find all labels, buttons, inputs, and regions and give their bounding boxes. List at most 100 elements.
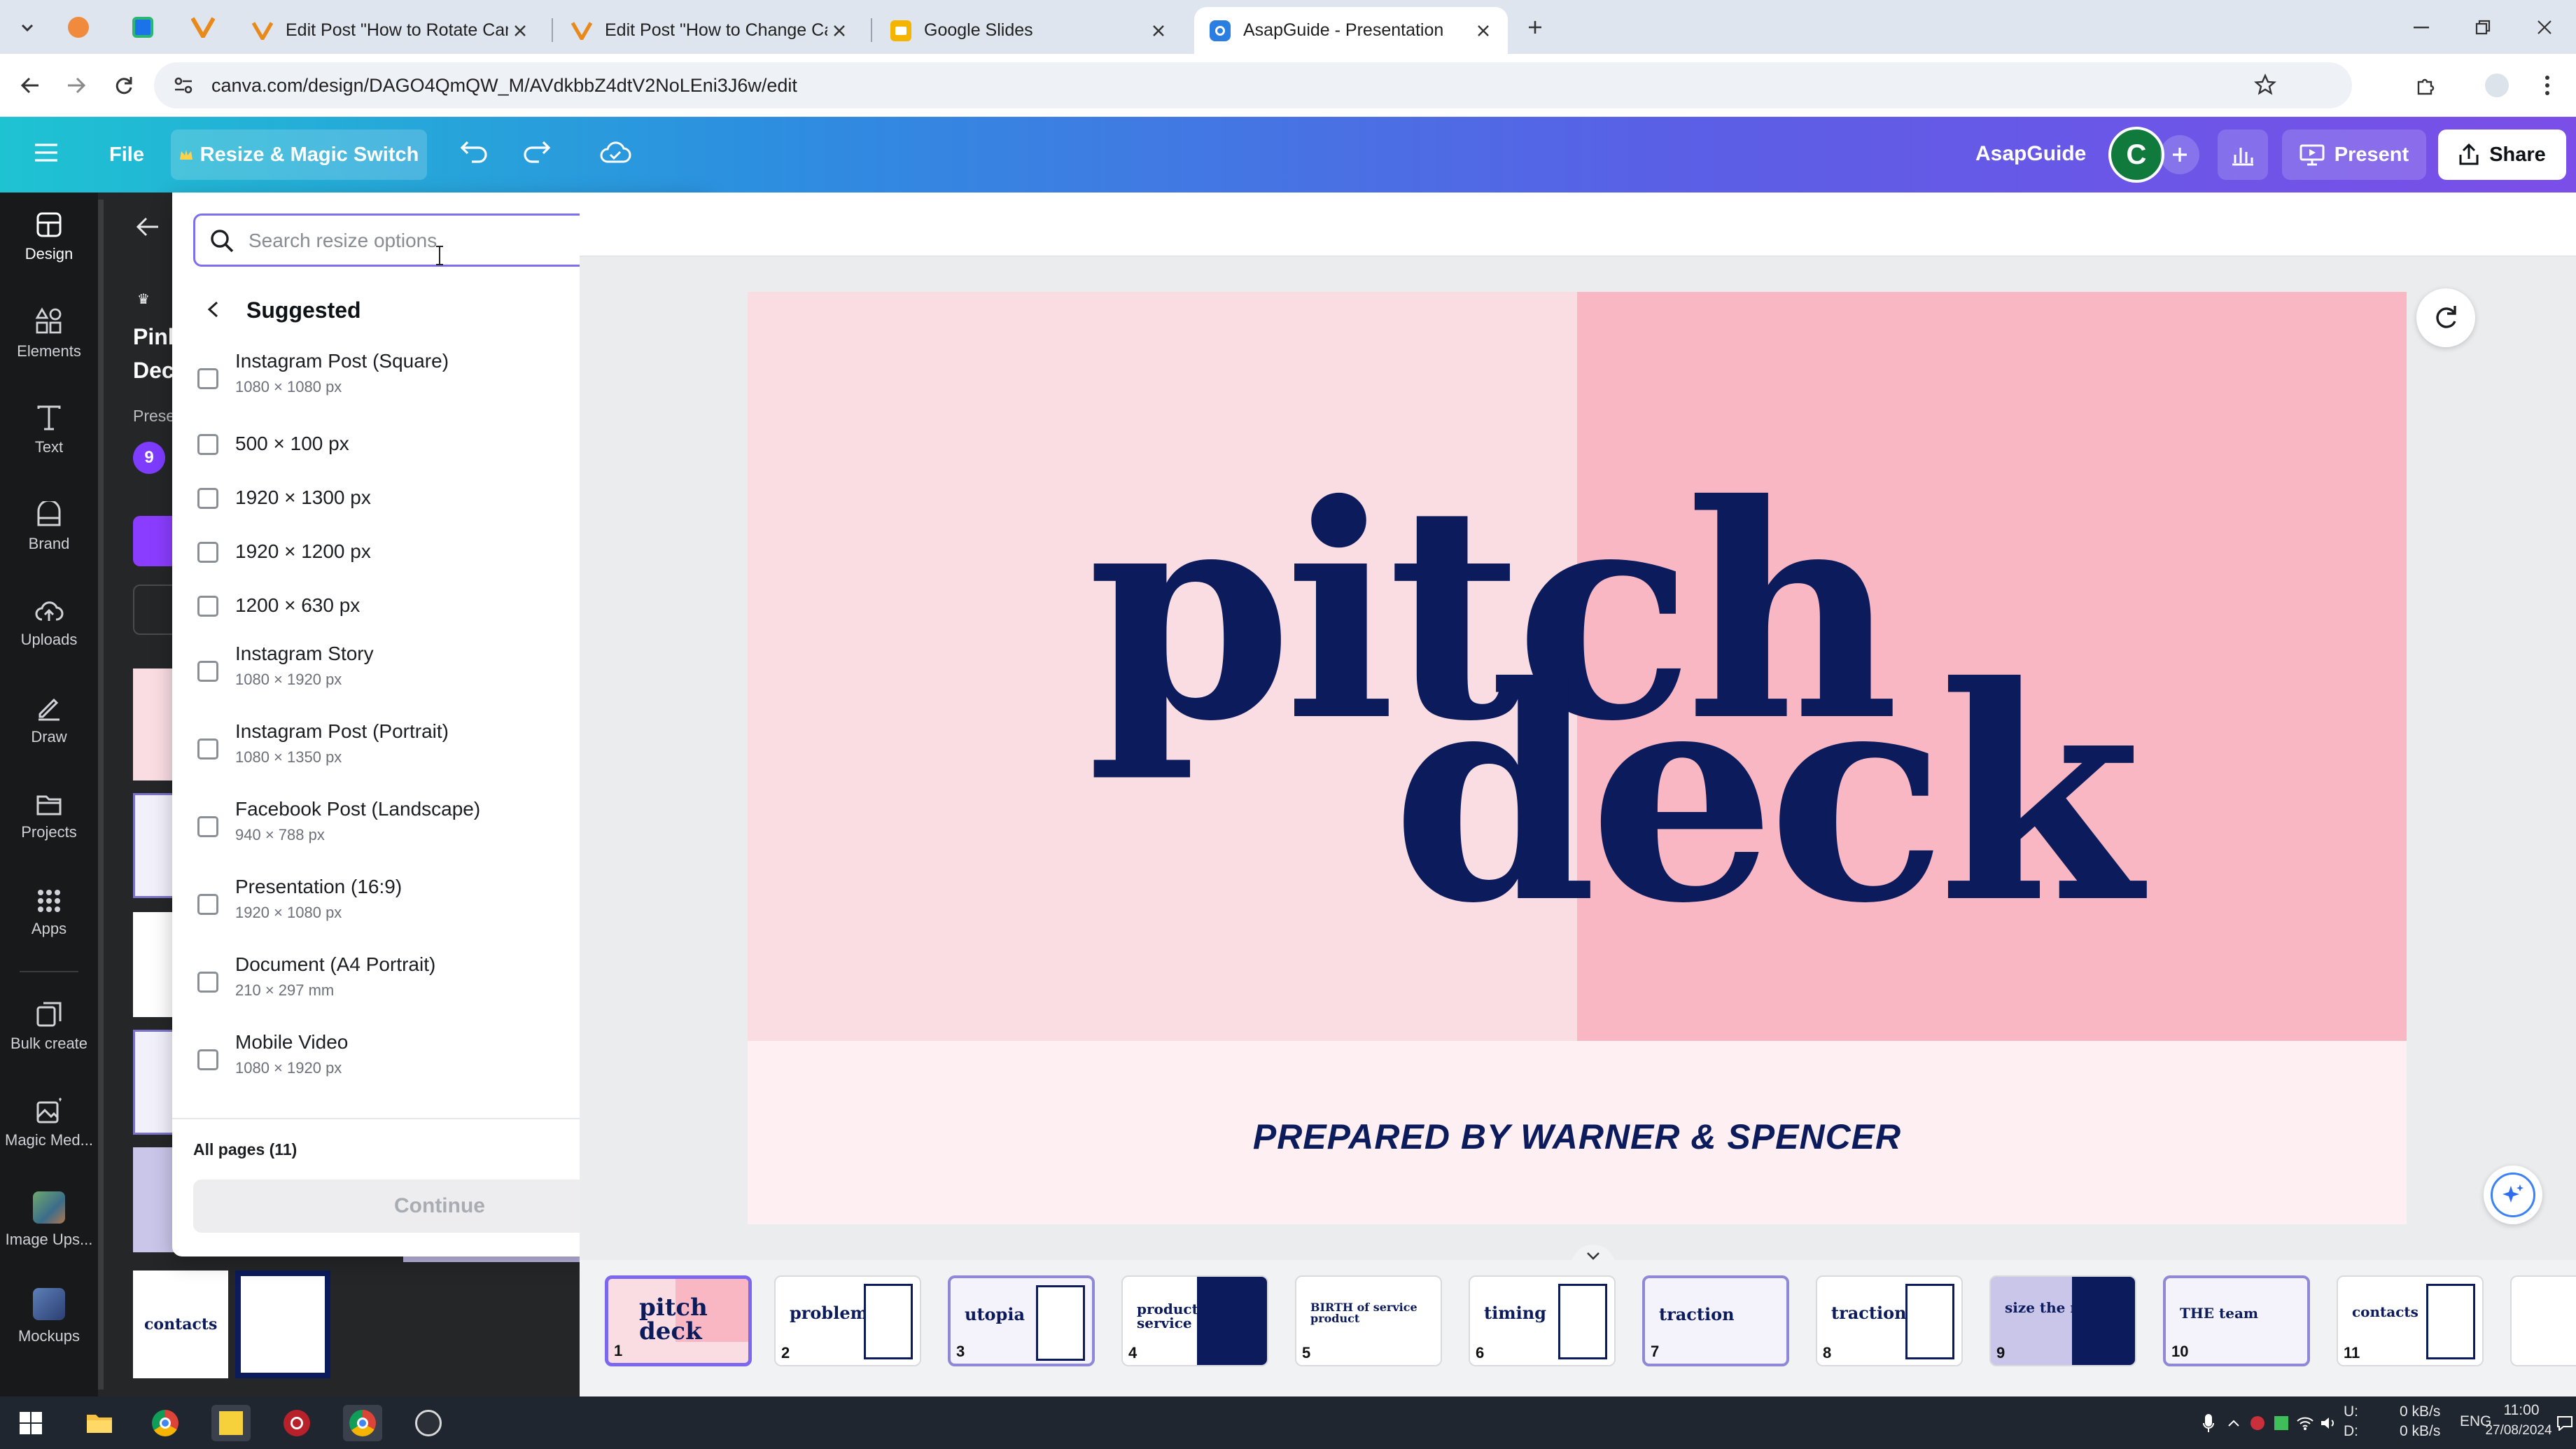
- chrome-active-icon[interactable]: [343, 1405, 382, 1441]
- chrome-icon[interactable]: [146, 1405, 185, 1441]
- windows-start-icon[interactable]: [11, 1405, 50, 1441]
- resize-option-instagram-post-square[interactable]: Instagram Post (Square) 1080 × 1080 px: [197, 350, 645, 420]
- template-thumb-contacts-panel[interactable]: [235, 1270, 330, 1378]
- rail-item-mockups[interactable]: Mockups: [0, 1272, 98, 1362]
- volume-icon[interactable]: [2318, 1405, 2339, 1441]
- resize-option-facebook-post-landscape[interactable]: Facebook Post (Landscape) 940 × 788 px: [197, 798, 645, 868]
- resize-option-instagram-story[interactable]: Instagram Story 1080 × 1920 px: [197, 643, 645, 713]
- rail-item-apps[interactable]: Apps: [0, 869, 98, 958]
- team-name[interactable]: AsapGuide: [1975, 142, 2086, 166]
- page-thumb-8[interactable]: traction 8: [1816, 1275, 1963, 1366]
- close-icon[interactable]: [508, 19, 532, 43]
- page-thumb-9[interactable]: size the market 9: [1989, 1275, 2136, 1366]
- hamburger-menu-icon[interactable]: [34, 142, 59, 163]
- option-checkbox[interactable]: [197, 661, 218, 682]
- template-thumb-contacts[interactable]: contacts: [133, 1270, 228, 1378]
- template-thumb[interactable]: [133, 793, 175, 898]
- clock-date[interactable]: 27/08/2024: [2484, 1423, 2554, 1438]
- sticky-notes-icon[interactable]: [211, 1405, 251, 1441]
- restore-icon[interactable]: [2458, 10, 2507, 45]
- option-checkbox[interactable]: [197, 596, 218, 617]
- option-checkbox[interactable]: [197, 368, 218, 389]
- rail-item-uploads[interactable]: Uploads: [0, 579, 98, 668]
- resize-option-document-a4-portrait[interactable]: Document (A4 Portrait) 210 × 297 mm: [197, 953, 645, 1023]
- url-text[interactable]: canva.com/design/DAGO4QmQW_M/AVdkbbZ4dtV…: [211, 75, 797, 97]
- file-menu-button[interactable]: File: [95, 130, 158, 180]
- option-checkbox[interactable]: [197, 434, 218, 455]
- template-thumb[interactable]: [133, 912, 175, 1017]
- secondary-button-partial[interactable]: [133, 584, 175, 635]
- clock-time[interactable]: 11:00: [2495, 1402, 2548, 1419]
- page-thumb-7[interactable]: traction 7: [1642, 1275, 1789, 1366]
- slide-canvas[interactable]: pitch deck PREPARED BY WARNER & SPENCER: [748, 292, 2407, 1224]
- pinned-tab-1[interactable]: [50, 7, 106, 48]
- page-thumb-4[interactable]: product of service 4: [1121, 1275, 1268, 1366]
- back-chevron-icon[interactable]: [206, 300, 220, 318]
- pinned-tab-3[interactable]: [175, 7, 231, 48]
- page-thumb-3[interactable]: utopia 3: [948, 1275, 1095, 1366]
- customize-button-partial[interactable]: [133, 516, 175, 566]
- rail-item-projects[interactable]: Projects: [0, 772, 98, 862]
- close-icon[interactable]: [1147, 19, 1170, 43]
- cloud-save-icon[interactable]: [599, 138, 631, 166]
- tab-google-slides[interactable]: Google Slides: [875, 7, 1183, 54]
- option-checkbox[interactable]: [197, 542, 218, 563]
- option-checkbox[interactable]: [197, 738, 218, 760]
- rail-item-bulk-create[interactable]: Bulk create: [0, 982, 98, 1072]
- page-thumb-2[interactable]: problem 2: [774, 1275, 921, 1366]
- option-checkbox[interactable]: [197, 972, 218, 993]
- speedometer-app-icon[interactable]: [409, 1405, 448, 1441]
- omnibox[interactable]: canva.com/design/DAGO4QmQW_M/AVdkbbZ4dtV…: [154, 62, 2352, 108]
- slide-title-line2[interactable]: deck: [1392, 649, 2142, 943]
- tray-chevron-up-icon[interactable]: [2223, 1405, 2244, 1441]
- minimize-icon[interactable]: [2397, 10, 2446, 45]
- share-button[interactable]: Share: [2438, 130, 2566, 180]
- wifi-icon[interactable]: [2295, 1405, 2316, 1441]
- rotate-refresh-icon[interactable]: [2416, 288, 2475, 347]
- template-thumb[interactable]: [133, 668, 175, 780]
- present-button[interactable]: Present: [2282, 130, 2426, 180]
- record-app-icon[interactable]: [277, 1405, 316, 1441]
- pinned-tab-2[interactable]: [115, 7, 171, 48]
- resize-option-instagram-post-portrait[interactable]: Instagram Post (Portrait) 1080 × 1350 px: [197, 720, 645, 790]
- tab-search-chevron-icon[interactable]: [10, 10, 45, 45]
- add-page-thumb[interactable]: [2510, 1275, 2576, 1366]
- option-checkbox[interactable]: [197, 1049, 218, 1070]
- file-explorer-icon[interactable]: [80, 1405, 119, 1441]
- magic-sparkle-icon[interactable]: [2484, 1166, 2542, 1224]
- resize-option-presentation-16-9[interactable]: Presentation (16:9) 1920 × 1080 px: [197, 876, 645, 946]
- option-checkbox[interactable]: [197, 488, 218, 509]
- profile-avatar-icon[interactable]: [2479, 68, 2514, 103]
- redo-icon[interactable]: [521, 138, 552, 166]
- insights-chart-icon[interactable]: [2218, 130, 2268, 180]
- page-thumb-1[interactable]: pitch deck 1: [605, 1275, 752, 1366]
- resize-magic-switch-button[interactable]: Resize & Magic Switch: [171, 130, 427, 180]
- option-checkbox[interactable]: [197, 816, 218, 837]
- slide-subtitle[interactable]: PREPARED BY WARNER & SPENCER: [748, 1116, 2407, 1157]
- rail-item-design[interactable]: Design: [0, 192, 98, 282]
- rail-item-elements[interactable]: Elements: [0, 289, 98, 379]
- resize-option-mobile-video[interactable]: Mobile Video 1080 × 1920 px: [197, 1031, 645, 1101]
- window-close-icon[interactable]: [2520, 10, 2569, 45]
- tab-edit-post-rotate[interactable]: Edit Post "How to Rotate Canva: [237, 7, 545, 54]
- page-thumb-6[interactable]: timing 6: [1469, 1275, 1616, 1366]
- back-arrow-icon[interactable]: [13, 68, 48, 103]
- user-avatar[interactable]: C: [2108, 127, 2164, 183]
- undo-icon[interactable]: [459, 138, 490, 166]
- template-thumb[interactable]: [133, 1147, 175, 1252]
- page-thumb-5[interactable]: BIRTH of service product 5: [1295, 1275, 1442, 1366]
- rail-item-draw[interactable]: Draw: [0, 676, 98, 765]
- close-icon[interactable]: [1471, 19, 1495, 43]
- site-settings-icon[interactable]: [174, 76, 193, 94]
- microphone-icon[interactable]: [2198, 1405, 2219, 1441]
- tray-app-icon[interactable]: [2247, 1405, 2268, 1441]
- close-icon[interactable]: [827, 19, 851, 43]
- page-thumb-10[interactable]: THE team 10: [2163, 1275, 2310, 1366]
- bookmark-star-icon[interactable]: [2254, 74, 2276, 96]
- page-thumb-11[interactable]: contacts 11: [2337, 1275, 2484, 1366]
- browser-menu-icon[interactable]: [2530, 68, 2565, 103]
- tab-asapguide-presentation[interactable]: AsapGuide - Presentation: [1194, 7, 1508, 54]
- reload-icon[interactable]: [106, 68, 141, 103]
- rail-item-image-upscaler[interactable]: Image Ups...: [0, 1175, 98, 1265]
- notification-icon[interactable]: [2555, 1405, 2575, 1441]
